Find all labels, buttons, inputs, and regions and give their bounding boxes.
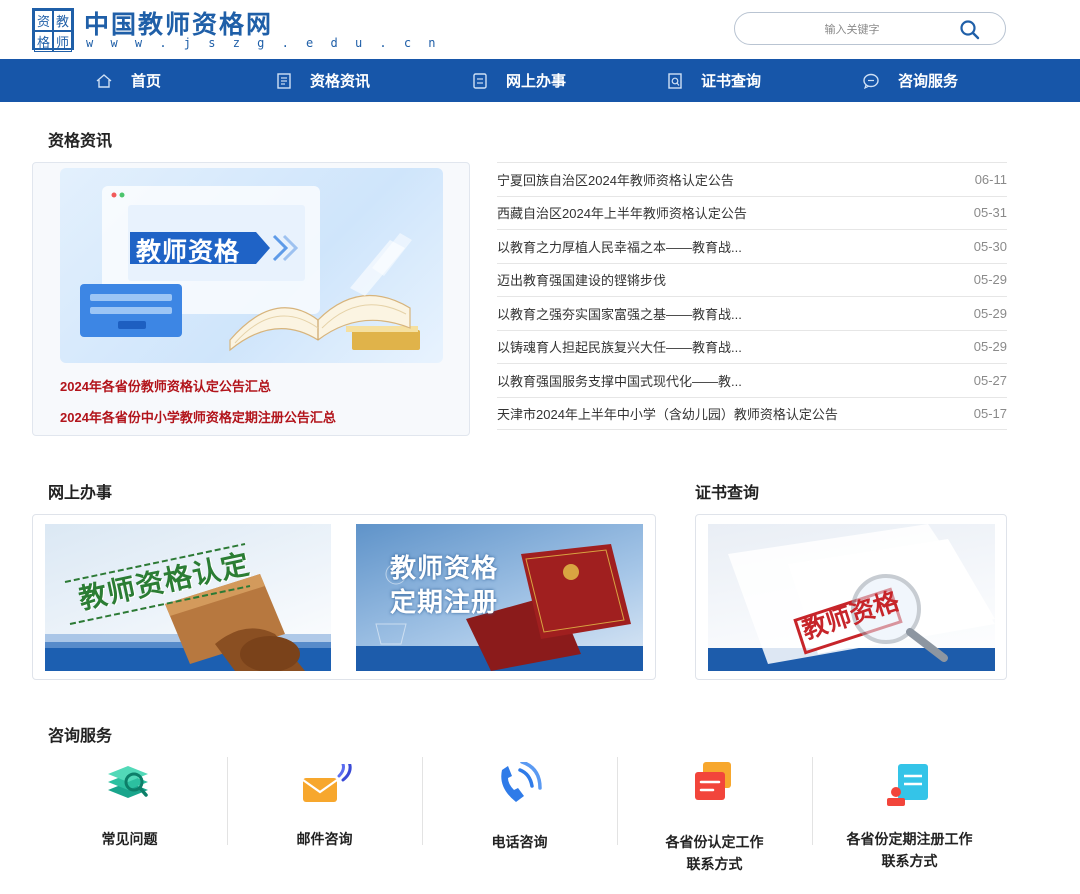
registration-card[interactable]: 教师资格 定期注册 [356,524,643,671]
news-title: 以教育强国服务支撑中国式现代化——教... [497,373,742,389]
site-url: w w w . j s z g . e d u . c n [86,36,441,50]
consult-faq[interactable]: 常见问题 [32,760,227,880]
online-panel: 教师资格认定 教师资格 定期注册 [32,514,656,680]
news-item[interactable]: 天津市2024年上半年中小学（含幼儿园）教师资格认定公告 05-17 [497,396,1007,430]
chat-icon [863,73,879,89]
news-date: 05-29 [973,339,1007,355]
nav-online[interactable]: 网上办事 [472,59,566,102]
consult-label-line1: 各省份定期注册工作 [846,831,973,847]
certification-card[interactable]: 教师资格认定 [45,524,331,671]
document-icon [473,72,487,89]
news-date: 06-11 [974,171,1007,187]
news-title: 以铸魂育人担起民族复兴大任——教育战... [497,340,742,356]
faq-books-icon [108,766,148,798]
news-title: 以教育之力厚植人民幸福之本——教育战... [497,239,742,255]
nav-label: 资格资讯 [310,73,371,90]
home-icon [96,73,112,88]
mail-icon [302,764,352,802]
book-illustration [80,186,420,352]
feature-link-registration[interactable]: 2024年各省份中小学教师资格定期注册公告汇总 [60,407,336,426]
news-item[interactable]: 以教育之强夯实国家富强之基——教育战... 05-29 [497,296,1007,330]
news-title: 西藏自治区2024年上半年教师资格认定公告 [497,206,747,222]
consult-mail[interactable]: 邮件咨询 [227,760,422,880]
nav-label: 网上办事 [506,73,567,90]
cert-panel: 教师资格 [695,514,1007,680]
cert-section-title: 证书查询 [695,485,760,502]
news-item[interactable]: 以教育强国服务支撑中国式现代化——教... 05-27 [497,363,1007,397]
consult-label-line1: 各省份认定工作 [665,834,764,850]
consult-label-line2: 联系方式 [686,856,743,872]
nav-consult[interactable]: 咨询服务 [862,59,958,102]
search-box [734,12,1006,45]
nav-cert[interactable]: 证书查询 [667,59,761,102]
news-item[interactable]: 西藏自治区2024年上半年教师资格认定公告 05-31 [497,195,1007,230]
search-button[interactable] [959,19,981,41]
news-date: 05-29 [973,272,1007,288]
news-list: 宁夏回族自治区2024年教师资格认定公告 06-11 西藏自治区2024年上半年教… [497,162,1007,430]
nav-label: 证书查询 [701,73,762,90]
main-nav: 首页 资格资讯 网上办事 证书查询 咨询服务 [0,59,1080,102]
consult-registration-contacts[interactable]: 各省份定期注册工作 联系方式 [812,760,1007,880]
logo-seal[interactable]: 资 教 格 师 [32,8,74,52]
consult-label: 常见问题 [101,831,158,847]
logo-seal-char: 师 [53,31,72,52]
news-title: 以教育之强夯实国家富强之基——教育战... [497,306,742,322]
consult-certification-contacts[interactable]: 各省份认定工作 联系方式 [617,760,812,880]
news-title: 迈出教育强国建设的铿锵步伐 [497,273,667,289]
newspaper-icon [277,72,291,89]
news-date: 05-27 [973,372,1007,388]
phone-icon [501,762,542,802]
news-title: 宁夏回族自治区2024年教师资格认定公告 [497,172,734,188]
nav-news[interactable]: 资格资讯 [276,59,370,102]
consult-phone[interactable]: 电话咨询 [422,760,617,880]
online-section-title: 网上办事 [48,485,113,502]
search-document-icon [668,72,682,89]
nav-home[interactable]: 首页 [95,59,161,102]
news-title: 天津市2024年上半年中小学（含幼儿园）教师资格认定公告 [497,406,838,422]
contact-card-icon [695,762,731,800]
news-item[interactable]: 以铸魂育人担起民族复兴大任——教育战... 05-29 [497,329,1007,364]
search-icon [960,20,980,40]
certificate-query-card[interactable]: 教师资格 [708,524,995,671]
news-item[interactable]: 以教育之力厚植人民幸福之本——教育战... 05-30 [497,229,1007,263]
nav-label: 咨询服务 [898,73,959,90]
consult-label-line2: 联系方式 [881,853,938,869]
nav-label: 首页 [131,73,162,90]
consult-label: 邮件咨询 [296,831,353,847]
banner-text: 教师资格 [136,238,241,266]
search-input[interactable] [755,19,949,41]
logo-seal-char: 教 [53,10,72,31]
registration-card-line2: 定期注册 [390,587,499,617]
news-section-title: 资格资讯 [48,133,113,150]
news-date: 05-17 [973,405,1007,421]
feature-link-certification[interactable]: 2024年各省份教师资格认定公告汇总 [60,376,271,395]
registration-icon [887,764,928,806]
consult-section-title: 咨询服务 [48,728,113,745]
news-feature-card: 教师资格 2024年各省份教师资格认定公告汇总 2024年各省份中小学教师资格定… [32,162,470,436]
news-item[interactable]: 宁夏回族自治区2024年教师资格认定公告 06-11 [497,162,1007,196]
logo-seal-char: 格 [34,31,53,52]
consult-label: 电话咨询 [491,834,548,850]
news-item[interactable]: 迈出教育强国建设的铿锵步伐 05-29 [497,262,1007,297]
news-banner-image[interactable]: 教师资格 [60,168,443,363]
news-date: 05-31 [973,205,1007,221]
registration-card-line1: 教师资格 [390,553,499,583]
news-date: 05-29 [973,305,1007,321]
logo-seal-char: 资 [34,10,53,31]
news-date: 05-30 [973,238,1007,254]
